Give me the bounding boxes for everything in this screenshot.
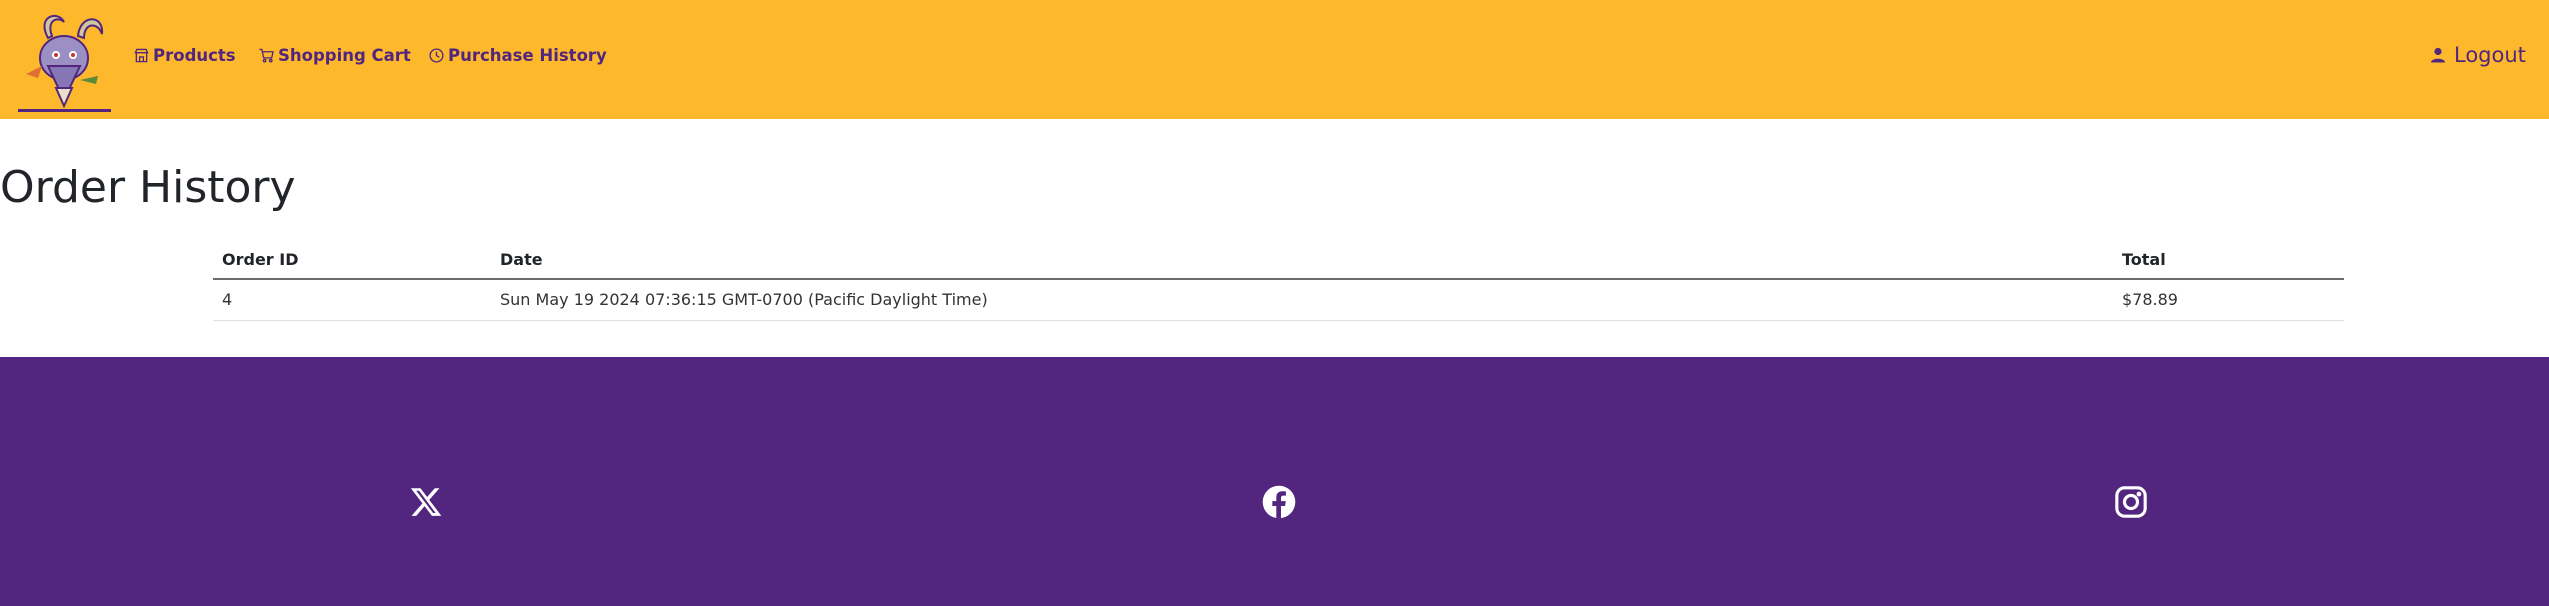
order-date-cell: Sun May 19 2024 07:36:15 GMT-0700 (Pacif… [491, 279, 2113, 321]
table-header-row: Order ID Date Total [213, 240, 2344, 280]
top-navbar: Products Shopping Cart Purchase History [0, 0, 2549, 119]
table-row: 4 Sun May 19 2024 07:36:15 GMT-0700 (Pac… [213, 279, 2344, 321]
logout-label: Logout [2454, 43, 2526, 67]
nav-products-link[interactable]: Products [134, 40, 236, 70]
footer [0, 357, 2549, 606]
orders-table: Order ID Date Total 4 Sun May 19 2024 07… [213, 240, 2344, 321]
order-id-cell: 4 [213, 279, 491, 321]
cart-icon [259, 48, 274, 63]
nav-shopping-cart-link[interactable]: Shopping Cart [259, 40, 411, 70]
clock-icon [429, 47, 444, 63]
facebook-icon[interactable] [1262, 485, 1296, 519]
nav-history-label: Purchase History [448, 45, 607, 65]
nav-products-label: Products [153, 45, 236, 65]
order-id-header: Order ID [213, 240, 491, 280]
date-header: Date [491, 240, 2113, 280]
nav-purchase-history-link[interactable]: Purchase History [429, 40, 607, 70]
page-title: Order History [0, 162, 296, 213]
order-total-cell: $78.89 [2113, 279, 2344, 321]
logout-button[interactable]: Logout [2430, 40, 2526, 70]
store-icon [134, 48, 149, 63]
total-header: Total [2113, 240, 2344, 280]
user-icon [2430, 47, 2446, 63]
instagram-icon[interactable] [2114, 485, 2148, 519]
active-nav-indicator [18, 109, 111, 112]
nav-cart-label: Shopping Cart [278, 45, 411, 65]
goat-logo[interactable] [18, 8, 110, 112]
x-icon[interactable] [409, 485, 443, 519]
